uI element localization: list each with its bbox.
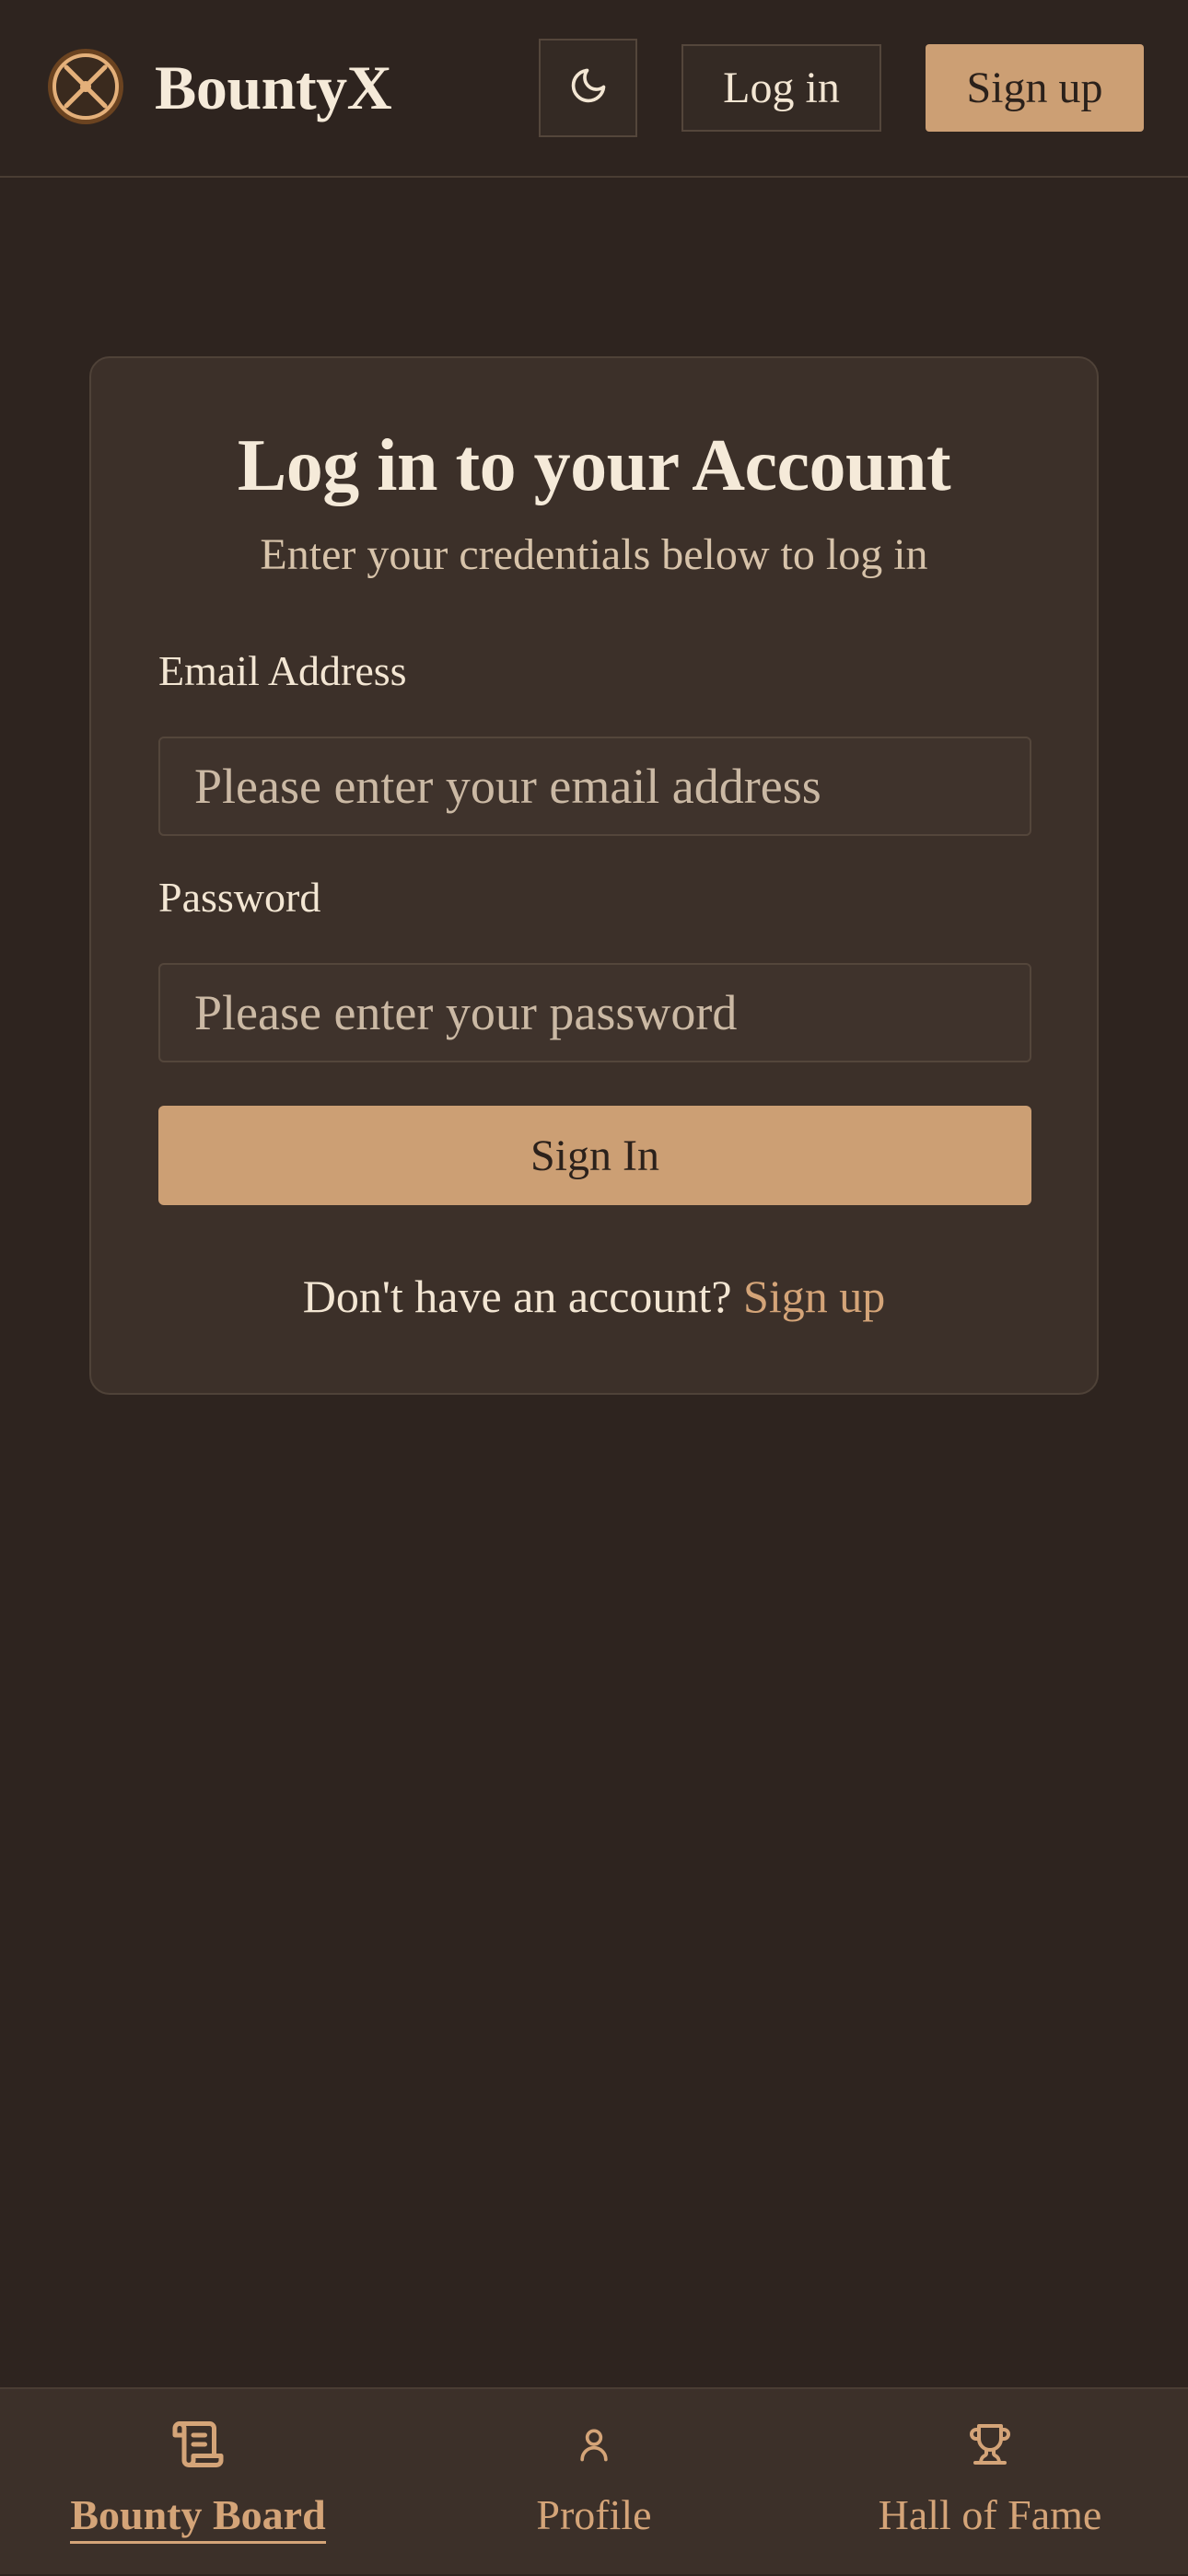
nav-item-hall-of-fame[interactable]: Hall of Fame: [847, 2389, 1133, 2576]
header-signup-button[interactable]: Sign up: [926, 44, 1144, 132]
nav-item-profile[interactable]: Profile: [497, 2389, 691, 2576]
login-card: Log in to your Account Enter your creden…: [89, 356, 1099, 1395]
brand-name[interactable]: BountyX: [155, 48, 392, 127]
crosshair-logo-icon[interactable]: [46, 47, 125, 126]
moon-icon: [568, 65, 609, 110]
nav-label-profile: Profile: [536, 2491, 652, 2538]
trophy-icon: [968, 2415, 1012, 2474]
scroll-icon: [170, 2415, 226, 2474]
signup-link[interactable]: Sign up: [743, 1271, 885, 1322]
nav-label-bounty-board: Bounty Board: [70, 2490, 326, 2544]
signup-prompt-text: Don't have an account?: [302, 1271, 744, 1322]
login-title: Log in to your Account: [237, 425, 951, 506]
theme-toggle-button[interactable]: [539, 39, 637, 137]
password-field[interactable]: [158, 963, 1031, 1062]
user-icon: [574, 2415, 614, 2474]
signup-prompt: Don't have an account? Sign up: [91, 1270, 1097, 1323]
bottom-nav: Bounty Board Profile Hall of Fame: [0, 2387, 1188, 2574]
email-label: Email Address: [158, 647, 407, 694]
sign-in-button[interactable]: Sign In: [158, 1106, 1031, 1205]
login-subtitle: Enter your credentials below to log in: [260, 530, 928, 579]
nav-label-hall-of-fame: Hall of Fame: [878, 2491, 1102, 2538]
app-header: BountyX Log in Sign up: [0, 0, 1188, 178]
header-login-button[interactable]: Log in: [681, 44, 881, 132]
email-field[interactable]: [158, 737, 1031, 836]
nav-item-bounty-board[interactable]: Bounty Board: [55, 2389, 341, 2576]
password-label: Password: [158, 874, 321, 921]
